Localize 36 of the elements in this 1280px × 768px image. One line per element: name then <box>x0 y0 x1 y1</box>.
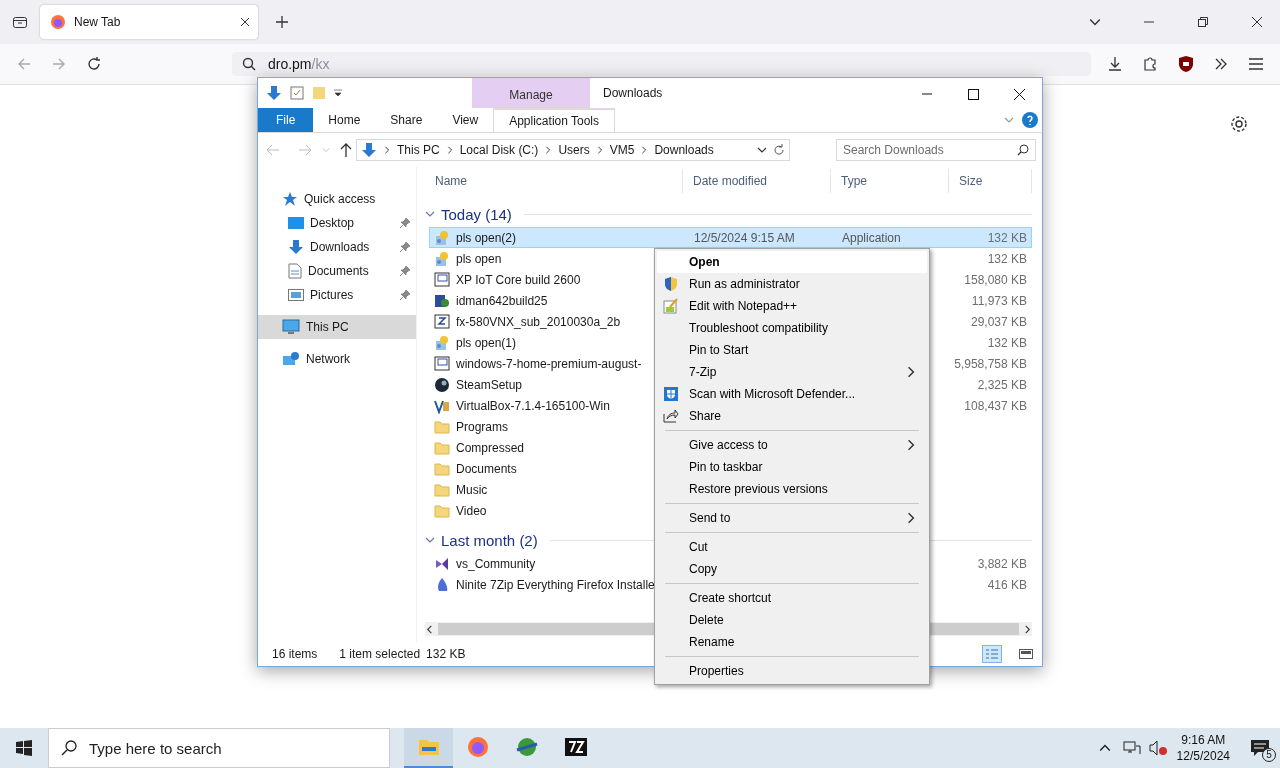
window-title: Downloads <box>602 85 663 102</box>
file-name: XP IoT Core build 2600 <box>456 272 581 287</box>
file-size: 158,080 KB <box>964 272 1027 287</box>
file-name: pls open <box>456 251 502 266</box>
file-name: idman642build25 <box>456 293 548 308</box>
file-name: pls open(1) <box>456 335 517 350</box>
file-size: 416 KB <box>987 577 1027 592</box>
selection-status: 1 item selected <box>339 647 421 661</box>
file-size: 132 KB <box>987 251 1027 266</box>
file-name: SteamSetup <box>456 377 523 392</box>
file-size: 11,973 KB <box>971 293 1027 308</box>
file-size: 2,325 KB <box>977 377 1027 392</box>
tab-title: New Tab <box>74 15 122 29</box>
file-size: 3,882 KB <box>977 556 1027 571</box>
file-size: 108,437 KB <box>964 398 1027 413</box>
file-name: Documents <box>456 461 517 476</box>
ribbon-group-label: Manage <box>472 78 590 108</box>
date-modified: 12/5/2024 9:15 AM <box>694 230 795 245</box>
file-name: Ninite 7Zip Everything Firefox Installe <box>456 577 655 592</box>
file-size: 132 KB <box>987 335 1027 350</box>
file-size: 5,958,758 KB <box>954 356 1027 371</box>
file-name: Music <box>456 482 488 497</box>
file-name: Programs <box>456 419 508 434</box>
selection-size: 132 KB <box>426 647 466 661</box>
file-type: Application <box>842 230 901 245</box>
file-name: VirtualBox-7.1.4-165100-Win <box>456 398 610 413</box>
file-size: 29,037 KB <box>970 314 1027 329</box>
file-name: Compressed <box>456 440 525 455</box>
file-name: pls open(2) <box>456 230 517 245</box>
file-name: Video <box>456 503 487 518</box>
file-name: vs_Community <box>456 556 536 571</box>
file-name: windows-7-home-premium-august- <box>456 356 642 371</box>
item-count: 16 items <box>272 647 318 661</box>
file-size: 132 KB <box>987 230 1027 245</box>
file-name: fx-580VNX_sub_2010030a_2b <box>456 314 621 329</box>
notification-count: 5 <box>1262 748 1276 762</box>
